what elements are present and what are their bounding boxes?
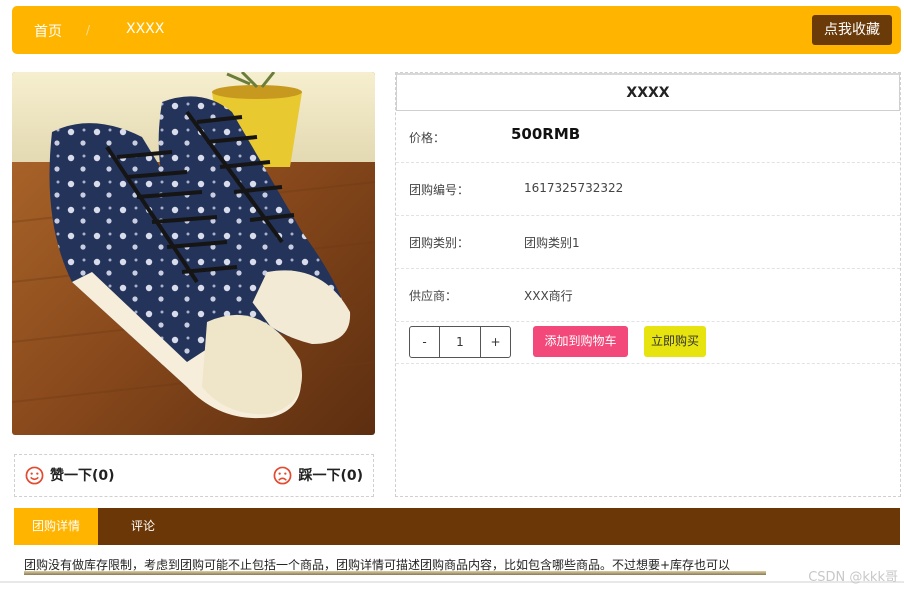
- group-id-label: 团购编号：: [409, 183, 470, 197]
- like-button[interactable]: 赞一下(0): [25, 465, 115, 485]
- supplier-row: 供应商： XXX商行: [396, 269, 900, 322]
- favorite-button[interactable]: 点我收藏: [812, 15, 892, 45]
- breadcrumb-separator: /: [86, 23, 91, 37]
- product-image: [12, 72, 375, 435]
- dislike-label: 踩一下(0): [298, 468, 363, 484]
- like-label: 赞一下(0): [50, 468, 115, 484]
- group-id-row: 团购编号： 1617325732322: [396, 163, 900, 216]
- add-to-cart-button[interactable]: 添加到购物车: [533, 326, 628, 357]
- quantity-input[interactable]: 1: [440, 327, 481, 357]
- category-value: 团购类别1: [524, 236, 580, 250]
- buy-now-button[interactable]: 立即购买: [644, 326, 706, 357]
- tab-comments[interactable]: 评论: [98, 508, 188, 545]
- smile-icon: [25, 466, 44, 484]
- vote-box: 赞一下(0) 踩一下(0): [14, 454, 374, 497]
- quantity-stepper: - 1 +: [409, 326, 511, 358]
- quantity-increase-button[interactable]: +: [481, 327, 510, 357]
- supplier-value: XXX商行: [524, 289, 573, 303]
- quantity-decrease-button[interactable]: -: [410, 327, 440, 357]
- category-row: 团购类别： 团购类别1: [396, 216, 900, 269]
- breadcrumb-current: XXXX: [126, 21, 165, 37]
- price-label: 价格：: [409, 131, 446, 145]
- divider: [396, 363, 900, 364]
- description-underline: [24, 571, 766, 575]
- supplier-label: 供应商：: [409, 289, 458, 303]
- tab-group-details[interactable]: 团购详情: [14, 508, 98, 545]
- product-title: XXXX: [396, 73, 900, 111]
- category-label: 团购类别：: [409, 236, 470, 250]
- header-bar: 首页 / XXXX 点我收藏: [12, 6, 901, 54]
- price-value: 500RMB: [511, 125, 581, 143]
- frown-icon: [274, 466, 292, 484]
- product-info-panel: XXXX 价格： 500RMB 团购编号： 1617325732322 团购类别…: [395, 72, 901, 497]
- breadcrumb-home-link[interactable]: 首页: [34, 21, 62, 41]
- watermark: CSDN @kkk哥: [808, 570, 898, 585]
- price-row: 价格： 500RMB: [396, 111, 900, 163]
- group-id-value: 1617325732322: [524, 181, 624, 195]
- tab-bar: 团购详情 评论: [14, 508, 900, 545]
- dislike-button[interactable]: 踩一下(0): [273, 465, 363, 485]
- divider: [0, 581, 904, 583]
